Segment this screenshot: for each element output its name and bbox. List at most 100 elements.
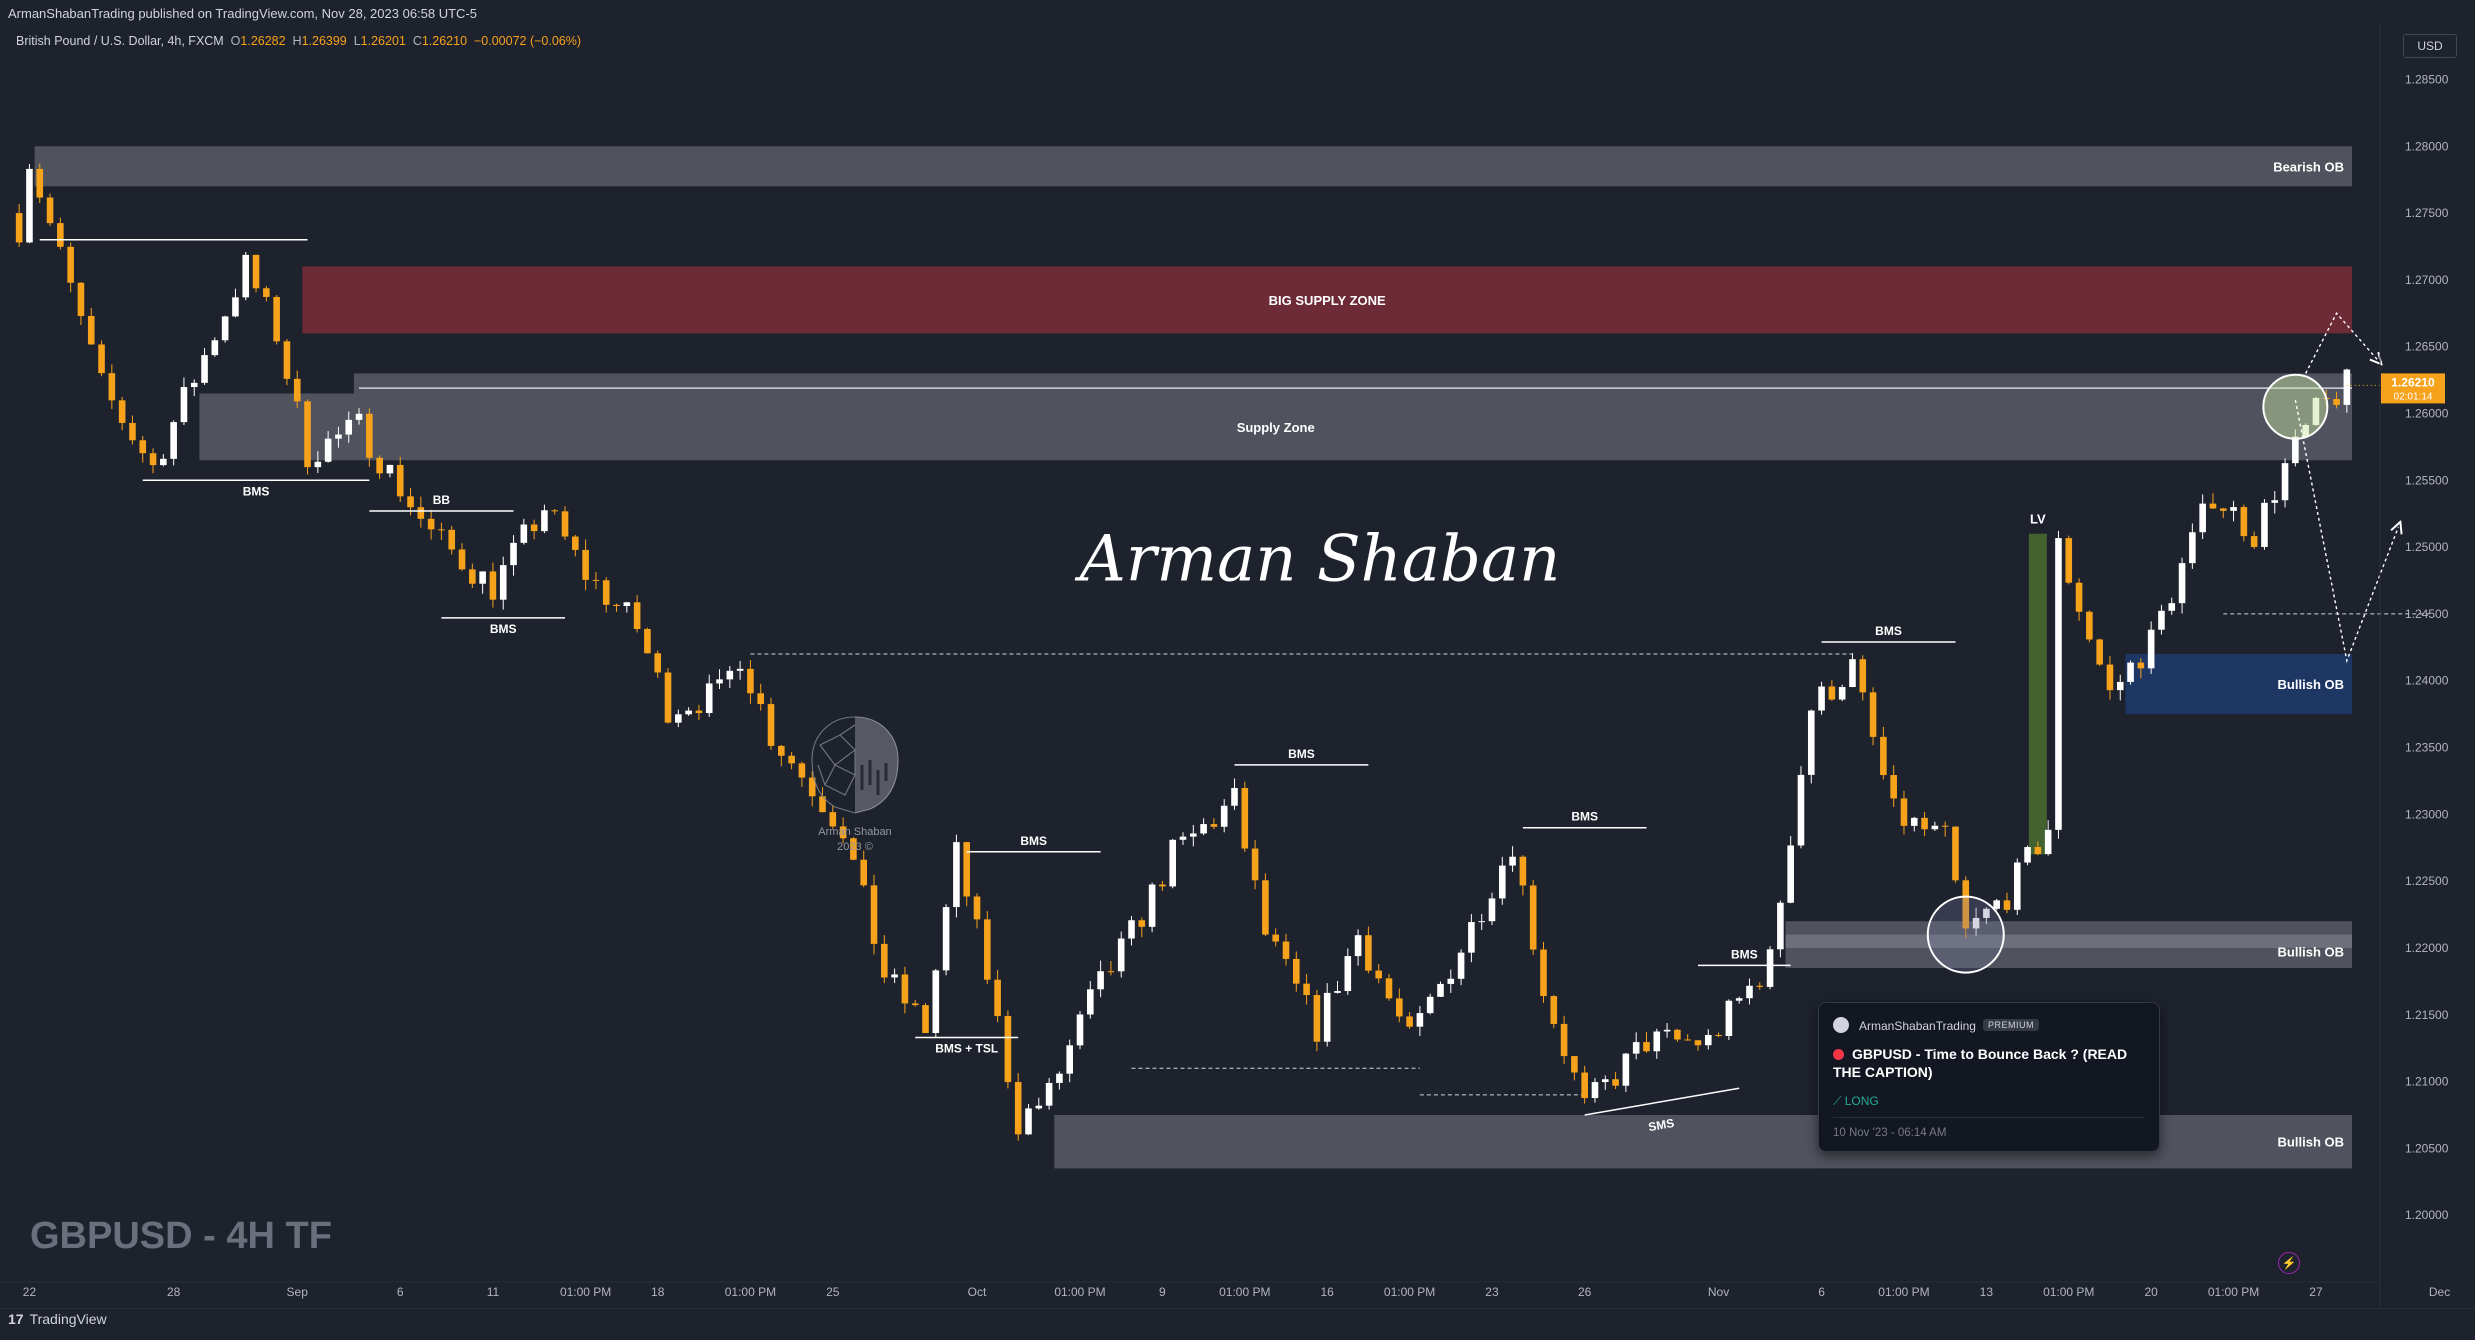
price-tick-label: 1.25500	[2405, 473, 2449, 487]
price-tick-label: 1.28500	[2405, 72, 2449, 86]
zone-label: Supply Zone	[1237, 420, 1315, 435]
candle-body	[201, 355, 208, 383]
candle-body	[1087, 989, 1094, 1015]
candle-body	[273, 296, 280, 342]
price-tick-label: 1.28000	[2405, 139, 2449, 153]
time-tick-label: 6	[397, 1285, 404, 1299]
candle-body	[2333, 398, 2340, 405]
candle-body	[1684, 1039, 1691, 1041]
candle-body	[1746, 985, 1753, 999]
zone-label: Bullish OB	[2278, 1135, 2344, 1150]
candle-body	[2116, 681, 2124, 691]
lightning-icon[interactable]: ⚡	[2278, 1252, 2300, 1274]
candle-body	[479, 571, 486, 584]
price-tick-label: 1.22000	[2405, 941, 2449, 955]
candle-body	[1282, 941, 1290, 959]
candle-body	[2168, 603, 2176, 611]
candle-body	[633, 602, 641, 629]
candle-body	[211, 340, 219, 356]
structure-label: BMS	[1875, 624, 1902, 638]
structure-label: BMS	[243, 484, 270, 498]
zone-label: BIG SUPPLY ZONE	[1269, 293, 1386, 308]
candle-body	[324, 438, 332, 462]
idea-direction: ⟋ LONG	[1833, 1094, 1879, 1108]
candle-body	[881, 943, 888, 978]
candle-body	[757, 693, 765, 705]
candle-body	[520, 524, 528, 543]
candle-body	[139, 440, 147, 454]
candle-body	[602, 580, 610, 605]
time-tick-label: 16	[1321, 1285, 1335, 1299]
structure-label: BMS + TSL	[935, 1041, 998, 1055]
candle-body	[654, 653, 662, 673]
candle-body	[57, 223, 64, 247]
zone-label: Bullish OB	[2278, 677, 2344, 692]
candle-body	[1787, 845, 1794, 903]
candle-body	[2261, 502, 2268, 547]
candle-body	[1437, 983, 1444, 997]
candle-body	[1385, 978, 1393, 999]
candle-body	[499, 565, 507, 600]
idea-author[interactable]: ArmanShabanTrading	[1859, 1019, 1976, 1033]
structure-label: BMS	[1288, 747, 1315, 761]
candle-body	[1725, 1000, 1733, 1036]
candle-body	[2075, 582, 2083, 612]
time-tick-label: Oct	[968, 1285, 987, 1299]
lv-label: LV	[2030, 512, 2046, 527]
candle-body	[2240, 507, 2248, 537]
tradingview-logo[interactable]: 17 TradingView	[8, 1311, 107, 1327]
trend-up-icon: ⟋	[1833, 1094, 1845, 1108]
candle-body	[1179, 836, 1187, 840]
candle-body	[1272, 934, 1279, 942]
brain-mesh	[817, 724, 856, 796]
footer-bar	[0, 1308, 2475, 1340]
price-tick-label: 1.24500	[2405, 607, 2449, 621]
structure-label: BMS	[1571, 810, 1598, 824]
time-tick-label: 01:00 PM	[725, 1285, 776, 1299]
candle-body	[1529, 885, 1537, 950]
chart-watermark-title: GBPUSD - 4H TF	[30, 1215, 332, 1257]
candle-body	[1560, 1023, 1568, 1057]
candle-body	[695, 710, 703, 714]
publish-bar: ArmanShabanTrading published on TradingV…	[0, 0, 2475, 24]
candle-body	[427, 518, 435, 530]
candle-body	[118, 400, 126, 423]
premium-badge: PREMIUM	[1983, 1019, 2039, 1031]
idea-card[interactable]: ArmanShabanTrading PREMIUM GBPUSD - Time…	[1818, 1002, 2160, 1152]
candle-body	[1818, 686, 1825, 711]
currency-button[interactable]: USD	[2403, 34, 2457, 58]
price-tick-label: 1.20500	[2405, 1141, 2449, 1155]
structure-label: BMS	[1020, 834, 1047, 848]
candle-body	[2271, 500, 2279, 503]
candle-body	[901, 974, 909, 1004]
candle-body	[1591, 1082, 1599, 1099]
candle-body	[304, 401, 311, 468]
time-tick-label: 20	[2144, 1285, 2158, 1299]
candle-body	[438, 529, 445, 531]
time-tick-label: 01:00 PM	[2043, 1285, 2094, 1299]
candle-body	[716, 679, 723, 684]
idea-title[interactable]: GBPUSD - Time to Bounce Back ? (READ THE…	[1833, 1045, 2151, 1081]
candle-body	[1807, 710, 1815, 775]
time-tick-label: 01:00 PM	[1219, 1285, 1270, 1299]
candle-body	[469, 569, 476, 584]
candle-body	[2230, 507, 2237, 511]
candle-body	[2209, 503, 2217, 509]
candle-body	[1797, 774, 1805, 846]
idea-date: 10 Nov '23 - 06:14 AM	[1833, 1127, 1947, 1139]
candle-body	[572, 536, 579, 550]
candle-body	[1612, 1079, 1619, 1086]
time-tick-label: 26	[1578, 1285, 1592, 1299]
candle-body	[1540, 949, 1547, 997]
candle-body	[911, 1003, 919, 1006]
candle-body	[1159, 884, 1166, 887]
price-tick-label: 1.26500	[2405, 340, 2449, 354]
candle-body	[1190, 833, 1197, 837]
candle-body	[705, 683, 713, 714]
candle-body	[2158, 610, 2165, 630]
candle-body	[1292, 958, 1300, 984]
candle-body	[489, 571, 497, 600]
candle-body	[1519, 856, 1527, 886]
candle-body	[747, 668, 754, 694]
candle-body	[108, 373, 116, 401]
